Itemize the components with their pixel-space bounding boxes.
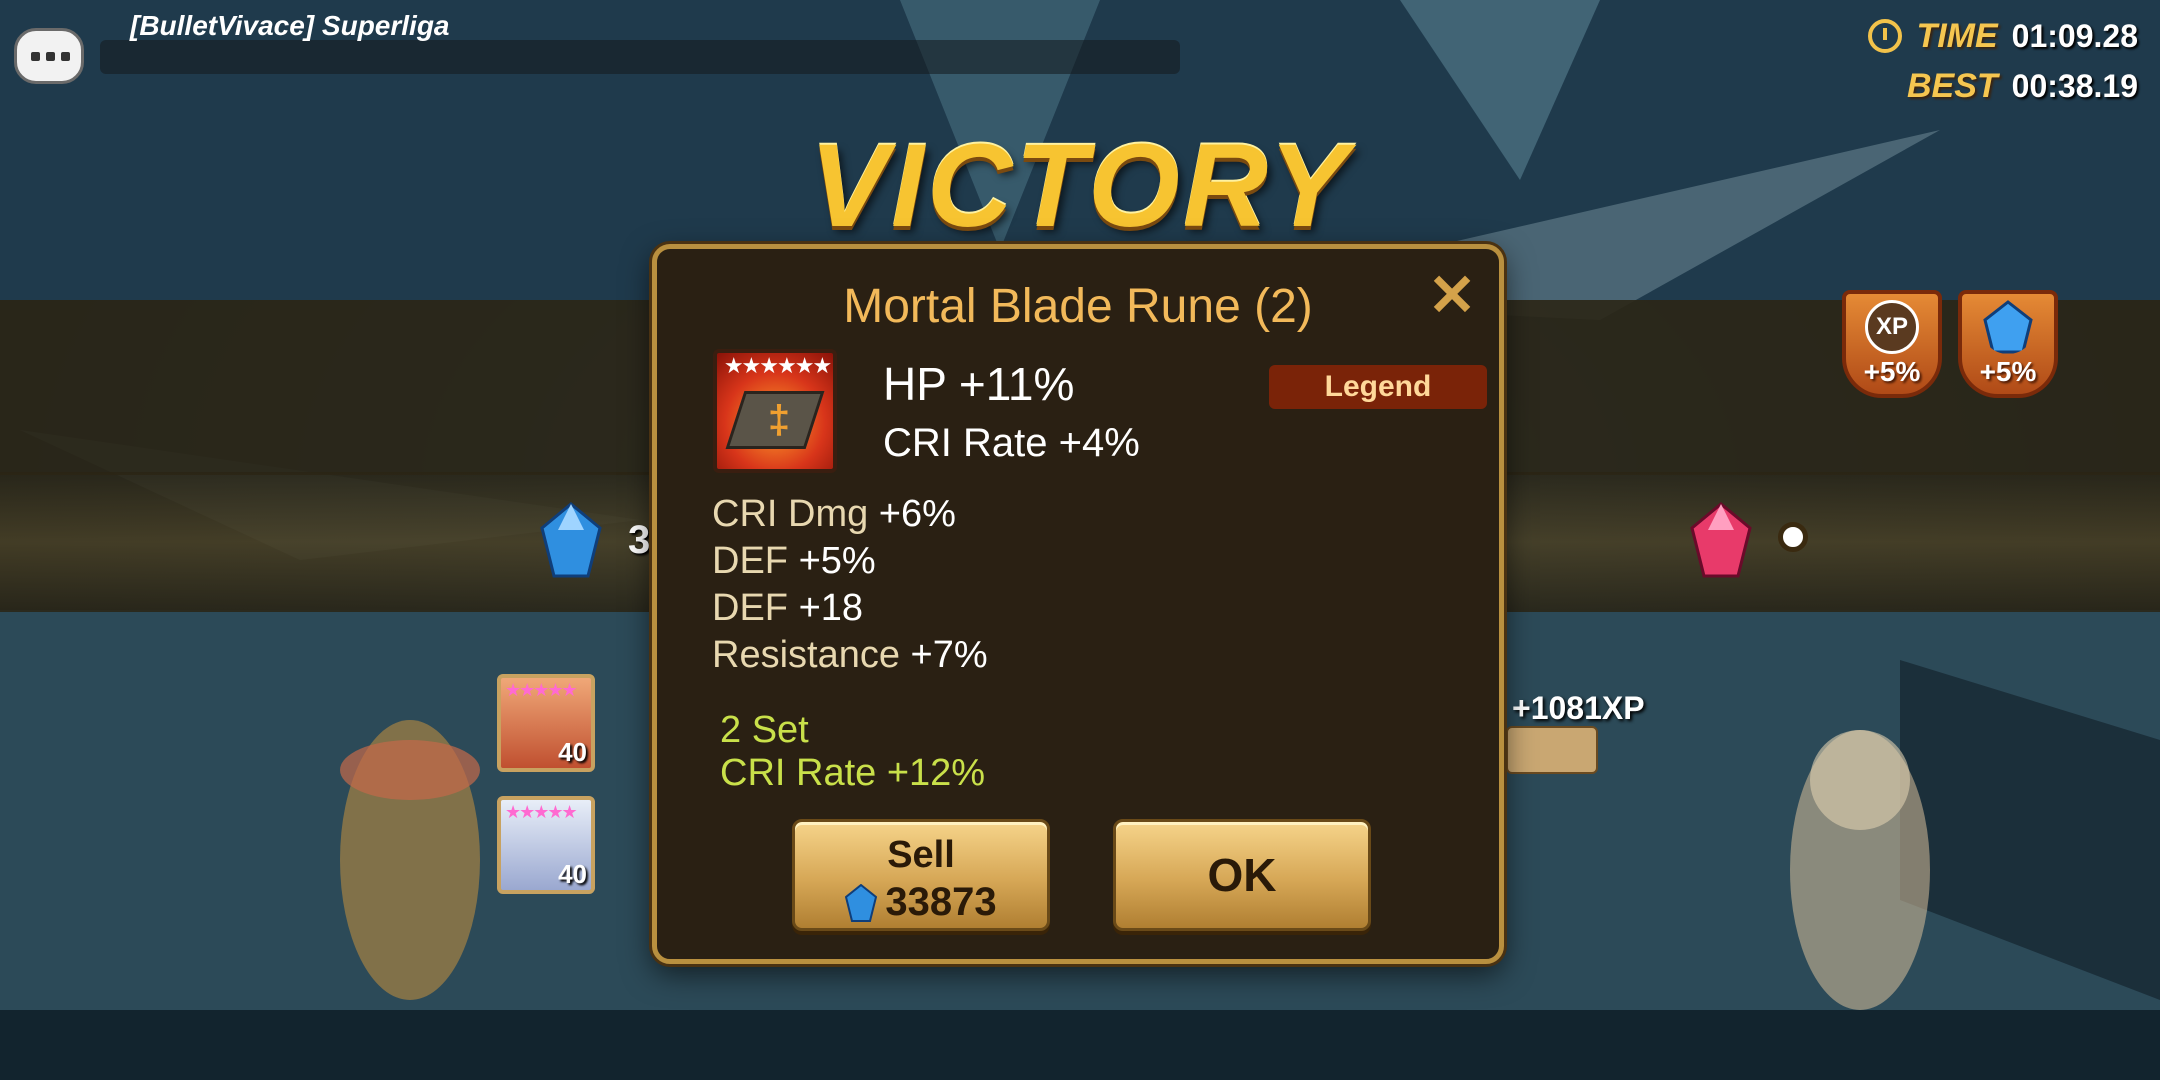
monster-level: 40 [558,859,587,889]
victory-banner: VICTORY [809,120,1351,252]
xp-bonus-value: +5% [1863,356,1921,387]
time-value: 01:09.28 [2011,17,2138,54]
best-label: BEST [1906,66,1998,105]
monster-portrait[interactable]: ★★★★★ 40 [497,674,595,772]
rune-main-stat: HP +11% [883,358,1075,410]
substat-row: CRI Dmg +6% [712,493,956,535]
rune-set-bonus: 2 Set CRI Rate +12% [720,709,985,795]
monster-level: 40 [558,737,587,767]
chat-button[interactable] [14,28,84,84]
xp-bonus-badge: XP +5% [1842,290,1942,402]
chat-strip [100,40,1180,74]
rune-title: Mortal Blade Rune (2) [843,280,1313,333]
set-effect: CRI Rate +12% [720,752,986,794]
rune-reward-icon [1690,502,1752,578]
best-value: 00:38.19 [2011,67,2138,104]
rune-innate-stat: CRI Rate +4% [883,421,1140,465]
clock-icon [1868,19,1903,53]
crystal-reward-icon [540,502,602,578]
ok-label: OK [1207,849,1277,901]
set-label: 2 Set [720,709,809,751]
rune-substats: CRI Dmg +6% DEF +5% DEF +18 Resistance +… [712,491,988,679]
reward-indicator-icon [1778,522,1808,552]
chat-dot-icon [61,52,70,61]
monster-stars: ★★★★★ [505,680,578,700]
time-label: TIME [1916,16,1998,55]
rune-detail-dialog: Mortal Blade Rune (2) ✕ ★★★★★★ ‡ HP +11%… [652,244,1504,964]
substat-row: Resistance +7% [712,634,988,676]
sell-label: Sell [887,834,955,876]
rune-stars: ★★★★★★ [723,353,832,378]
battle-timer: TIME 01:09.28 BEST 00:38.19 [1828,14,2138,114]
xp-bar [1506,726,1598,774]
chat-message: [BulletVivace] Superliga [130,10,450,41]
substat-row: DEF +18 [712,587,864,629]
rune-grade-badge: Legend [1269,365,1487,409]
rune-icon: ★★★★★★ ‡ [713,349,837,473]
ok-button[interactable]: OK [1113,819,1371,931]
crystal-reward-amount: 3 [628,518,651,562]
chat-dot-icon [31,52,40,61]
crystal-bonus-value: +5% [1979,356,2037,387]
sell-price: 33873 [885,880,997,924]
xp-gain: +1081XP [1512,690,1645,726]
crystal-icon [845,883,878,922]
crystal-icon [1983,300,2033,354]
crystal-bonus-badge: +5% [1958,290,2058,402]
close-icon[interactable]: ✕ [1427,267,1477,325]
sell-button[interactable]: Sell 33873 [792,819,1050,931]
substat-row: DEF +5% [712,540,876,582]
xp-icon: XP [1865,300,1919,354]
monster-stars: ★★★★★ [505,802,578,822]
chat-dot-icon [46,52,55,61]
monster-portrait[interactable]: ★★★★★ 40 [497,796,595,894]
